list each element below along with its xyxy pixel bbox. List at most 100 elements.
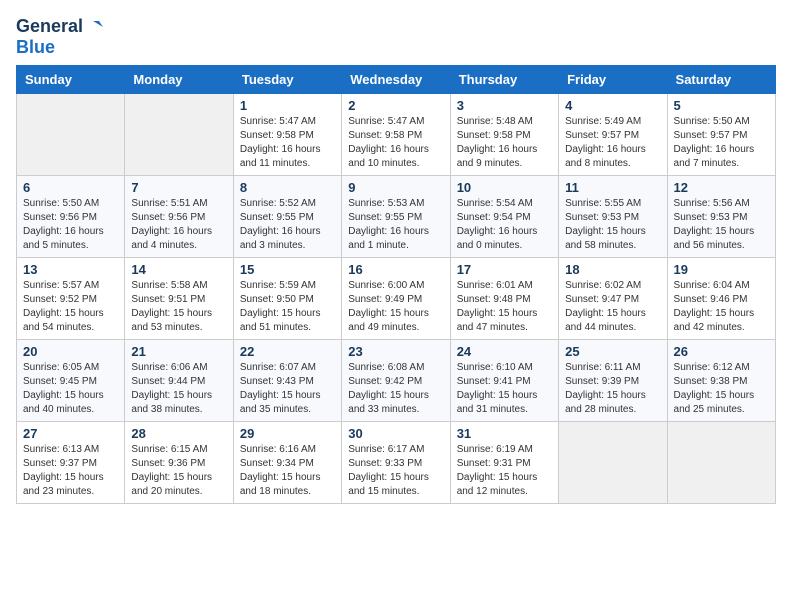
day-info: Sunrise: 5:48 AMSunset: 9:58 PMDaylight:… <box>457 115 552 171</box>
calendar-cell: 31 Sunrise: 6:19 AMSunset: 9:31 PMDayligh… <box>450 422 558 504</box>
day-info: Sunrise: 5:51 AMSunset: 9:56 PMDaylight:… <box>131 197 226 253</box>
day-number: 17 <box>457 262 552 277</box>
day-info: Sunrise: 5:47 AMSunset: 9:58 PMDaylight:… <box>348 115 443 171</box>
calendar-week-row: 20 Sunrise: 6:05 AMSunset: 9:45 PMDayligh… <box>17 340 776 422</box>
day-number: 3 <box>457 98 552 113</box>
day-number: 1 <box>240 98 335 113</box>
calendar-cell: 26 Sunrise: 6:12 AMSunset: 9:38 PMDayligh… <box>667 340 775 422</box>
calendar-cell: 25 Sunrise: 6:11 AMSunset: 9:39 PMDayligh… <box>559 340 667 422</box>
day-info: Sunrise: 5:49 AMSunset: 9:57 PMDaylight:… <box>565 115 660 171</box>
day-info: Sunrise: 5:56 AMSunset: 9:53 PMDaylight:… <box>674 197 769 253</box>
calendar-week-row: 1 Sunrise: 5:47 AMSunset: 9:58 PMDaylight… <box>17 94 776 176</box>
day-info: Sunrise: 5:50 AMSunset: 9:56 PMDaylight:… <box>23 197 118 253</box>
day-number: 9 <box>348 180 443 195</box>
day-number: 5 <box>674 98 769 113</box>
calendar-cell: 11Sunrise: 5:55 AMSunset: 9:53 PMDayligh… <box>559 176 667 258</box>
calendar-cell: 24Sunrise: 6:10 AMSunset: 9:41 PMDayligh… <box>450 340 558 422</box>
day-info: Sunrise: 6:05 AMSunset: 9:45 PMDaylight:… <box>23 361 118 417</box>
day-info: Sunrise: 6:06 AMSunset: 9:44 PMDaylight:… <box>131 361 226 417</box>
calendar-cell: 19 Sunrise: 6:04 AMSunset: 9:46 PMDayligh… <box>667 258 775 340</box>
day-info: Sunrise: 6:08 AMSunset: 9:42 PMDaylight:… <box>348 361 443 417</box>
calendar-cell: 13 Sunrise: 5:57 AMSunset: 9:52 PMDayligh… <box>17 258 125 340</box>
day-number: 29 <box>240 426 335 441</box>
calendar-cell: 18Sunrise: 6:02 AMSunset: 9:47 PMDayligh… <box>559 258 667 340</box>
calendar-cell: 21 Sunrise: 6:06 AMSunset: 9:44 PMDayligh… <box>125 340 233 422</box>
day-number: 7 <box>131 180 226 195</box>
day-number: 14 <box>131 262 226 277</box>
calendar-week-row: 27 Sunrise: 6:13 AMSunset: 9:37 PMDayligh… <box>17 422 776 504</box>
calendar-cell <box>667 422 775 504</box>
calendar-cell: 8 Sunrise: 5:52 AMSunset: 9:55 PMDaylight… <box>233 176 341 258</box>
day-info: Sunrise: 5:52 AMSunset: 9:55 PMDaylight:… <box>240 197 335 253</box>
calendar-cell: 17 Sunrise: 6:01 AMSunset: 9:48 PMDayligh… <box>450 258 558 340</box>
calendar-cell: 20 Sunrise: 6:05 AMSunset: 9:45 PMDayligh… <box>17 340 125 422</box>
weekday-header: Wednesday <box>342 66 450 94</box>
weekday-header: Saturday <box>667 66 775 94</box>
day-number: 2 <box>348 98 443 113</box>
day-info: Sunrise: 6:04 AMSunset: 9:46 PMDaylight:… <box>674 279 769 335</box>
day-number: 10 <box>457 180 552 195</box>
weekday-header: Friday <box>559 66 667 94</box>
day-number: 19 <box>674 262 769 277</box>
calendar-cell: 28Sunrise: 6:15 AMSunset: 9:36 PMDayligh… <box>125 422 233 504</box>
weekday-header: Monday <box>125 66 233 94</box>
day-number: 23 <box>348 344 443 359</box>
calendar-cell: 29 Sunrise: 6:16 AMSunset: 9:34 PMDayligh… <box>233 422 341 504</box>
weekday-header: Thursday <box>450 66 558 94</box>
calendar-cell: 10Sunrise: 5:54 AMSunset: 9:54 PMDayligh… <box>450 176 558 258</box>
day-info: Sunrise: 5:53 AMSunset: 9:55 PMDaylight:… <box>348 197 443 253</box>
day-info: Sunrise: 5:59 AMSunset: 9:50 PMDaylight:… <box>240 279 335 335</box>
day-info: Sunrise: 6:19 AMSunset: 9:31 PMDaylight:… <box>457 443 552 499</box>
day-info: Sunrise: 5:57 AMSunset: 9:52 PMDaylight:… <box>23 279 118 335</box>
weekday-header: Tuesday <box>233 66 341 94</box>
calendar-cell: 7 Sunrise: 5:51 AMSunset: 9:56 PMDaylight… <box>125 176 233 258</box>
calendar-cell: 4 Sunrise: 5:49 AMSunset: 9:57 PMDaylight… <box>559 94 667 176</box>
calendar-cell: 14 Sunrise: 5:58 AMSunset: 9:51 PMDayligh… <box>125 258 233 340</box>
calendar-cell <box>559 422 667 504</box>
logo-general-text: General <box>16 16 83 37</box>
day-number: 26 <box>674 344 769 359</box>
day-number: 16 <box>348 262 443 277</box>
day-info: Sunrise: 6:11 AMSunset: 9:39 PMDaylight:… <box>565 361 660 417</box>
calendar-cell: 2 Sunrise: 5:47 AMSunset: 9:58 PMDaylight… <box>342 94 450 176</box>
day-info: Sunrise: 6:16 AMSunset: 9:34 PMDaylight:… <box>240 443 335 499</box>
day-number: 27 <box>23 426 118 441</box>
calendar-cell <box>17 94 125 176</box>
day-info: Sunrise: 5:47 AMSunset: 9:58 PMDaylight:… <box>240 115 335 171</box>
day-info: Sunrise: 6:07 AMSunset: 9:43 PMDaylight:… <box>240 361 335 417</box>
day-number: 20 <box>23 344 118 359</box>
weekday-header: Sunday <box>17 66 125 94</box>
calendar-cell: 22 Sunrise: 6:07 AMSunset: 9:43 PMDayligh… <box>233 340 341 422</box>
logo-bird-icon <box>85 17 105 35</box>
day-number: 22 <box>240 344 335 359</box>
day-info: Sunrise: 6:00 AMSunset: 9:49 PMDaylight:… <box>348 279 443 335</box>
calendar-week-row: 6 Sunrise: 5:50 AMSunset: 9:56 PMDaylight… <box>17 176 776 258</box>
day-info: Sunrise: 6:02 AMSunset: 9:47 PMDaylight:… <box>565 279 660 335</box>
calendar-cell: 6 Sunrise: 5:50 AMSunset: 9:56 PMDaylight… <box>17 176 125 258</box>
calendar-cell: 12Sunrise: 5:56 AMSunset: 9:53 PMDayligh… <box>667 176 775 258</box>
day-number: 8 <box>240 180 335 195</box>
day-number: 30 <box>348 426 443 441</box>
calendar-cell: 1 Sunrise: 5:47 AMSunset: 9:58 PMDaylight… <box>233 94 341 176</box>
day-number: 6 <box>23 180 118 195</box>
calendar-cell: 3 Sunrise: 5:48 AMSunset: 9:58 PMDaylight… <box>450 94 558 176</box>
day-info: Sunrise: 6:12 AMSunset: 9:38 PMDaylight:… <box>674 361 769 417</box>
calendar-cell: 27 Sunrise: 6:13 AMSunset: 9:37 PMDayligh… <box>17 422 125 504</box>
calendar-cell: 23 Sunrise: 6:08 AMSunset: 9:42 PMDayligh… <box>342 340 450 422</box>
day-number: 4 <box>565 98 660 113</box>
day-number: 25 <box>565 344 660 359</box>
day-number: 31 <box>457 426 552 441</box>
day-number: 21 <box>131 344 226 359</box>
day-info: Sunrise: 6:15 AMSunset: 9:36 PMDaylight:… <box>131 443 226 499</box>
day-info: Sunrise: 6:01 AMSunset: 9:48 PMDaylight:… <box>457 279 552 335</box>
day-number: 11 <box>565 180 660 195</box>
day-info: Sunrise: 6:10 AMSunset: 9:41 PMDaylight:… <box>457 361 552 417</box>
calendar-cell: 16 Sunrise: 6:00 AMSunset: 9:49 PMDayligh… <box>342 258 450 340</box>
calendar-cell <box>125 94 233 176</box>
day-number: 13 <box>23 262 118 277</box>
calendar-cell: 30 Sunrise: 6:17 AMSunset: 9:33 PMDayligh… <box>342 422 450 504</box>
calendar-table: SundayMondayTuesdayWednesdayThursdayFrid… <box>16 65 776 504</box>
day-info: Sunrise: 6:17 AMSunset: 9:33 PMDaylight:… <box>348 443 443 499</box>
day-info: Sunrise: 5:58 AMSunset: 9:51 PMDaylight:… <box>131 279 226 335</box>
day-info: Sunrise: 6:13 AMSunset: 9:37 PMDaylight:… <box>23 443 118 499</box>
